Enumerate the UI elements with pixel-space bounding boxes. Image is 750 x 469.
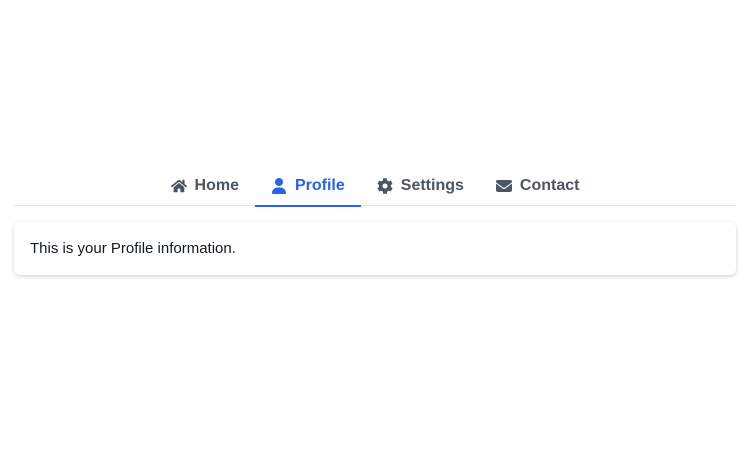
- tab-contact-label: Contact: [519, 177, 580, 194]
- tab-settings[interactable]: Settings: [361, 166, 480, 206]
- home-icon: [170, 178, 187, 194]
- tab-settings-label: Settings: [400, 177, 464, 194]
- tab-profile-label: Profile: [294, 177, 345, 194]
- tab-bar: Home Profile Settings Contact: [14, 166, 736, 207]
- user-icon: [271, 178, 287, 194]
- gear-icon: [377, 178, 393, 194]
- tab-home[interactable]: Home: [155, 166, 255, 206]
- page: Home Profile Settings Contact This is yo…: [0, 0, 750, 469]
- tab-contact[interactable]: Contact: [480, 166, 596, 206]
- tab-profile[interactable]: Profile: [254, 166, 361, 207]
- panel-text: This is your Profile information.: [30, 240, 236, 257]
- tab-panel-profile: This is your Profile information.: [14, 222, 736, 275]
- tab-home-label: Home: [194, 177, 239, 194]
- envelope-icon: [495, 178, 512, 194]
